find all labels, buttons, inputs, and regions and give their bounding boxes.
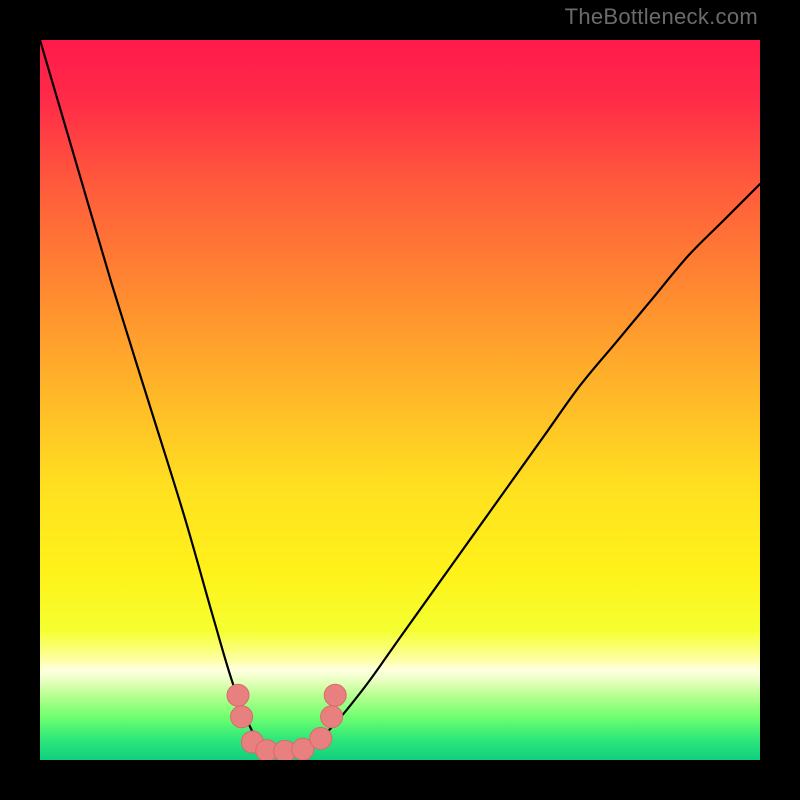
- marker-dot: [310, 727, 332, 749]
- plot-area: [40, 40, 760, 760]
- marker-group: [227, 684, 346, 760]
- chart-frame: TheBottleneck.com: [0, 0, 800, 800]
- marker-dot: [324, 684, 346, 706]
- marker-dot: [231, 706, 253, 728]
- curve-layer: [40, 40, 760, 760]
- watermark-text: TheBottleneck.com: [565, 4, 758, 30]
- marker-dot: [321, 706, 343, 728]
- marker-dot: [227, 684, 249, 706]
- bottleneck-curve: [40, 40, 760, 756]
